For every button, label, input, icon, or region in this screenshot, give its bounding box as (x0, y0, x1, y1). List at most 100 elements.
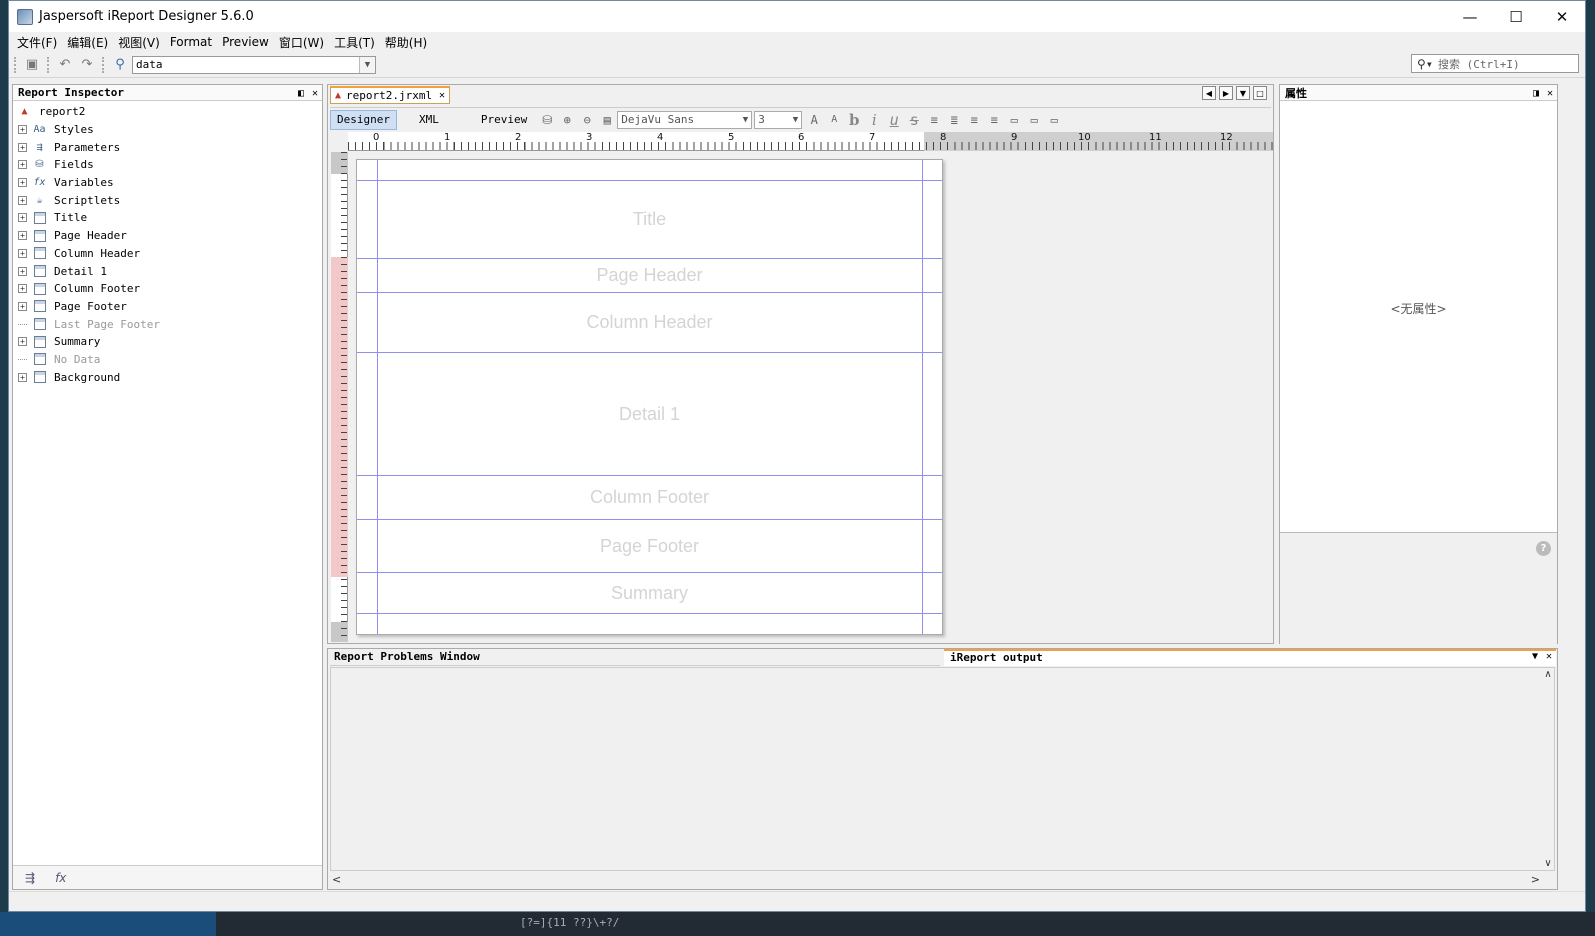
tree-item[interactable]: + ⛁ Fields (13, 156, 322, 174)
band-page-footer[interactable]: Page Footer (357, 520, 942, 573)
scroll-left-icon[interactable]: < (332, 873, 341, 886)
minimize-button[interactable]: — (1447, 1, 1493, 32)
menu-format[interactable]: Format (165, 35, 217, 49)
save-all-icon[interactable]: ▣ (22, 56, 42, 74)
output-area[interactable] (330, 667, 1555, 871)
scroll-left-icon[interactable]: ◀ (1202, 86, 1216, 100)
align-justify-icon[interactable]: ≣ (944, 111, 964, 129)
minimize-panel-icon[interactable]: ◨ (1533, 88, 1539, 99)
menu-help[interactable]: 帮助(H) (380, 34, 432, 51)
tab-designer[interactable]: Designer (330, 109, 397, 130)
tree-item[interactable]: + fx Variables (13, 174, 322, 192)
expand-icon[interactable]: + (18, 266, 27, 276)
close-panel-icon[interactable]: ✕ (1546, 651, 1552, 662)
expand-icon[interactable]: + (18, 195, 27, 205)
scroll-down-icon[interactable]: ∨ (1544, 858, 1551, 869)
search-input[interactable]: ⚲▾ 搜索 (Ctrl+I) (1411, 54, 1579, 73)
menu-view[interactable]: 视图(V) (113, 34, 165, 51)
align-center-icon[interactable]: ≡ (964, 111, 984, 129)
help-icon[interactable]: ? (1536, 541, 1551, 556)
undo-icon[interactable]: ↶ (55, 56, 75, 74)
expand-icon[interactable]: + (18, 337, 27, 347)
menu-window[interactable]: 窗口(W) (274, 34, 329, 51)
menu-tools[interactable]: 工具(T) (329, 34, 380, 51)
document-tab[interactable]: ▲ report2.jrxml ✕ (330, 86, 450, 104)
redo-icon[interactable]: ↷ (77, 56, 97, 74)
font-name-select[interactable]: DejaVu Sans ▼ (617, 110, 753, 129)
align-right-icon[interactable]: ≡ (984, 111, 1004, 129)
tree-root[interactable]: ▲ report2 (13, 103, 322, 121)
tree-item[interactable]: + Aa Styles (13, 121, 322, 139)
close-tab-icon[interactable]: ✕ (439, 90, 445, 101)
band-column-footer[interactable]: Column Footer (357, 476, 942, 520)
zoom-in-icon[interactable]: ⊕ (557, 111, 577, 129)
italic-icon[interactable]: i (864, 111, 884, 129)
horizontal-scrollbar[interactable]: < > (332, 871, 1540, 887)
close-panel-icon[interactable]: ✕ (1547, 88, 1553, 99)
scroll-up-icon[interactable]: ∧ (1544, 669, 1551, 680)
align-bottom-icon[interactable]: ▭ (1044, 111, 1064, 129)
vertical-scrollbar[interactable]: ∧ ∨ (1541, 669, 1555, 869)
datasource-select[interactable]: data ▼ (132, 55, 376, 74)
expand-icon[interactable]: + (18, 301, 27, 311)
tree-item[interactable]: + ⇶ Parameters (13, 138, 322, 156)
scroll-right-icon[interactable]: > (1531, 873, 1540, 886)
expand-icon[interactable]: + (18, 125, 27, 135)
minimize-panel-icon[interactable]: ▼ (1532, 651, 1538, 662)
expression-icon[interactable]: fx (55, 871, 66, 885)
align-left-icon[interactable]: ≡ (924, 111, 944, 129)
decrease-font-icon[interactable]: A (824, 111, 844, 129)
close-button[interactable]: ✕ (1539, 1, 1585, 32)
datasource-preview-icon[interactable]: ⛁ (537, 111, 557, 129)
expand-icon[interactable]: + (18, 372, 27, 382)
tree-item[interactable]: + Column Footer (13, 280, 322, 298)
datasource-icon[interactable]: ⚲ (110, 56, 130, 74)
tab-preview[interactable]: Preview (475, 110, 533, 130)
search-icon[interactable]: ⚲▾ (1412, 57, 1438, 71)
band-column-header[interactable]: Column Header (357, 293, 942, 353)
tree-item[interactable]: No Data (13, 351, 322, 369)
expand-icon[interactable]: + (18, 213, 27, 223)
menu-preview[interactable]: Preview (217, 35, 274, 49)
zoom-out-icon[interactable]: ⊖ (577, 111, 597, 129)
expand-icon[interactable]: + (18, 142, 27, 152)
scroll-right-icon[interactable]: ▶ (1219, 86, 1233, 100)
tab-report-problems[interactable]: Report Problems Window (330, 650, 940, 666)
tree-item[interactable]: Last Page Footer (13, 315, 322, 333)
tree-item[interactable]: + Page Footer (13, 298, 322, 316)
font-size-select[interactable]: 3 ▼ (754, 110, 803, 129)
expand-icon[interactable]: + (18, 178, 27, 188)
strikethrough-icon[interactable]: s (904, 111, 924, 129)
chevron-down-icon[interactable]: ▼ (793, 115, 798, 125)
menu-edit[interactable]: 编辑(E) (62, 34, 113, 51)
minimize-panel-icon[interactable]: ◧ (298, 88, 304, 99)
expand-icon[interactable]: + (18, 160, 27, 170)
expand-icon[interactable]: + (18, 284, 27, 294)
tree-item[interactable]: + Title (13, 209, 322, 227)
chevron-down-icon[interactable]: ▼ (359, 56, 375, 73)
tab-list-icon[interactable]: ▼ (1236, 86, 1250, 100)
band-detail[interactable]: Detail 1 (357, 353, 942, 476)
tab-xml[interactable]: XML (413, 110, 445, 130)
tab-ireport-output[interactable]: iReport output ▼ ✕ (944, 649, 1556, 666)
band-page-header[interactable]: Page Header (357, 259, 942, 293)
maximize-button[interactable]: ☐ (1493, 1, 1539, 32)
tree-item[interactable]: + Detail 1 (13, 262, 322, 280)
tree-item[interactable]: + Column Header (13, 245, 322, 263)
expand-icon[interactable]: + (18, 248, 27, 258)
tree-item[interactable]: + Background (13, 368, 322, 386)
chevron-down-icon[interactable]: ▼ (743, 115, 748, 125)
band-summary[interactable]: Summary (357, 573, 942, 614)
bold-icon[interactable]: b (844, 111, 864, 129)
align-top-icon[interactable]: ▭ (1004, 111, 1024, 129)
increase-font-icon[interactable]: A (804, 111, 824, 129)
tree-item[interactable]: + ☕ Scriptlets (13, 191, 322, 209)
align-middle-icon[interactable]: ▭ (1024, 111, 1044, 129)
tree-item[interactable]: + Page Header (13, 227, 322, 245)
paste-icon[interactable]: ▤ (597, 111, 617, 129)
close-panel-icon[interactable]: ✕ (312, 88, 318, 99)
menu-file[interactable]: 文件(F) (12, 34, 62, 51)
expand-icon[interactable]: + (18, 231, 27, 241)
maximize-editor-icon[interactable]: □ (1253, 86, 1267, 100)
band-title[interactable]: Title (357, 181, 942, 259)
